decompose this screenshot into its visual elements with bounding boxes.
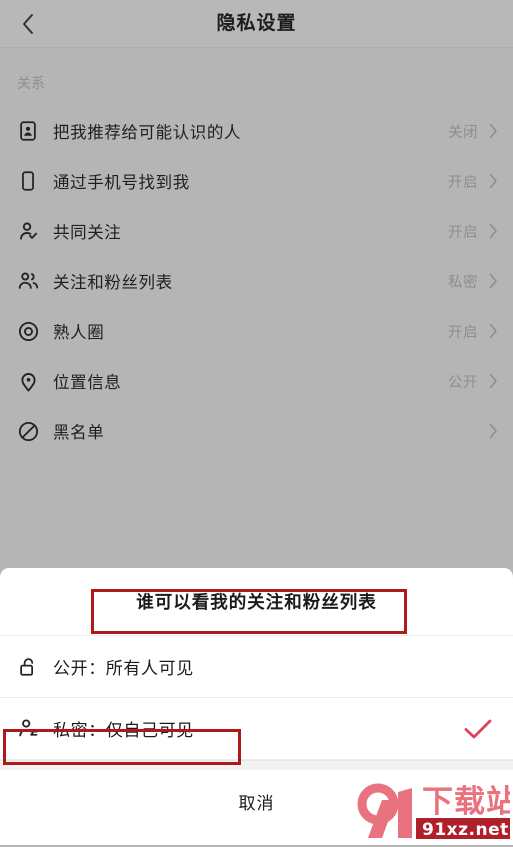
sheet-option-label: 私密：仅自己可见 xyxy=(53,721,194,740)
privacy-settings-page: 隐私设置 关系 把我推荐给可能认识的人 关闭 通过手机号找到我 开启 共同关注 … xyxy=(0,0,513,568)
settings-row-label: 黑名单 xyxy=(53,424,105,442)
sheet-title-container: 谁可以看我的关注和粉丝列表 xyxy=(0,568,513,636)
chevron-right-icon xyxy=(487,273,499,289)
person-private-icon xyxy=(13,714,43,744)
sheet-option-label: 公开：所有人可见 xyxy=(53,659,194,678)
settings-row-find-by-phone[interactable]: 通过手机号找到我 开启 xyxy=(0,156,513,206)
settings-row-label: 关注和粉丝列表 xyxy=(53,274,173,292)
settings-row-value: 开启 xyxy=(448,224,478,241)
settings-row-value: 公开 xyxy=(448,374,478,391)
settings-row-value: 开启 xyxy=(448,174,478,191)
chevron-right-icon xyxy=(487,223,499,239)
settings-row-label: 把我推荐给可能认识的人 xyxy=(53,124,242,142)
settings-row-label: 位置信息 xyxy=(53,374,122,392)
sheet-title: 谁可以看我的关注和粉丝列表 xyxy=(136,592,377,612)
settings-row-label: 共同关注 xyxy=(53,224,122,242)
settings-list: 把我推荐给可能认识的人 关闭 通过手机号找到我 开启 共同关注 开启 关注和粉丝… xyxy=(0,106,513,456)
id-card-icon xyxy=(13,116,43,146)
settings-row-label: 通过手机号找到我 xyxy=(53,174,190,192)
settings-row-follow-fans-list[interactable]: 关注和粉丝列表 私密 xyxy=(0,256,513,306)
sheet-option-private[interactable]: 私密：仅自己可见 xyxy=(0,698,513,760)
chevron-right-icon xyxy=(487,373,499,389)
unlock-icon xyxy=(13,652,43,682)
people-group-icon xyxy=(13,266,43,296)
phone-icon xyxy=(13,166,43,196)
settings-row-value: 私密 xyxy=(448,274,478,291)
navigation-bar: 隐私设置 xyxy=(0,0,513,48)
page-title: 隐私设置 xyxy=(216,13,297,34)
settings-row-recommend-me[interactable]: 把我推荐给可能认识的人 关闭 xyxy=(0,106,513,156)
location-pin-icon xyxy=(13,366,43,396)
chevron-right-icon xyxy=(487,423,499,439)
cancel-button[interactable]: 取消 xyxy=(0,770,513,832)
settings-row-acquaintance-circle[interactable]: 熟人圈 开启 xyxy=(0,306,513,356)
settings-row-value: 关闭 xyxy=(448,124,478,141)
section-header-relations: 关系 xyxy=(17,75,45,91)
visibility-action-sheet: 谁可以看我的关注和粉丝列表 公开：所有人可见 私密：仅自己可见 取消 xyxy=(0,568,513,845)
chevron-right-icon xyxy=(487,123,499,139)
chevron-right-icon xyxy=(487,323,499,339)
settings-row-value: 开启 xyxy=(448,324,478,341)
settings-row-location-info[interactable]: 位置信息 公开 xyxy=(0,356,513,406)
settings-row-mutual-follow[interactable]: 共同关注 开启 xyxy=(0,206,513,256)
target-circle-icon xyxy=(13,316,43,346)
sheet-separator xyxy=(0,760,513,770)
person-check-icon xyxy=(13,216,43,246)
check-icon xyxy=(463,717,493,741)
ban-icon xyxy=(13,416,43,446)
settings-row-blacklist[interactable]: 黑名单 xyxy=(0,406,513,456)
sheet-option-public[interactable]: 公开：所有人可见 xyxy=(0,636,513,698)
chevron-right-icon xyxy=(487,173,499,189)
settings-row-label: 熟人圈 xyxy=(53,324,105,342)
